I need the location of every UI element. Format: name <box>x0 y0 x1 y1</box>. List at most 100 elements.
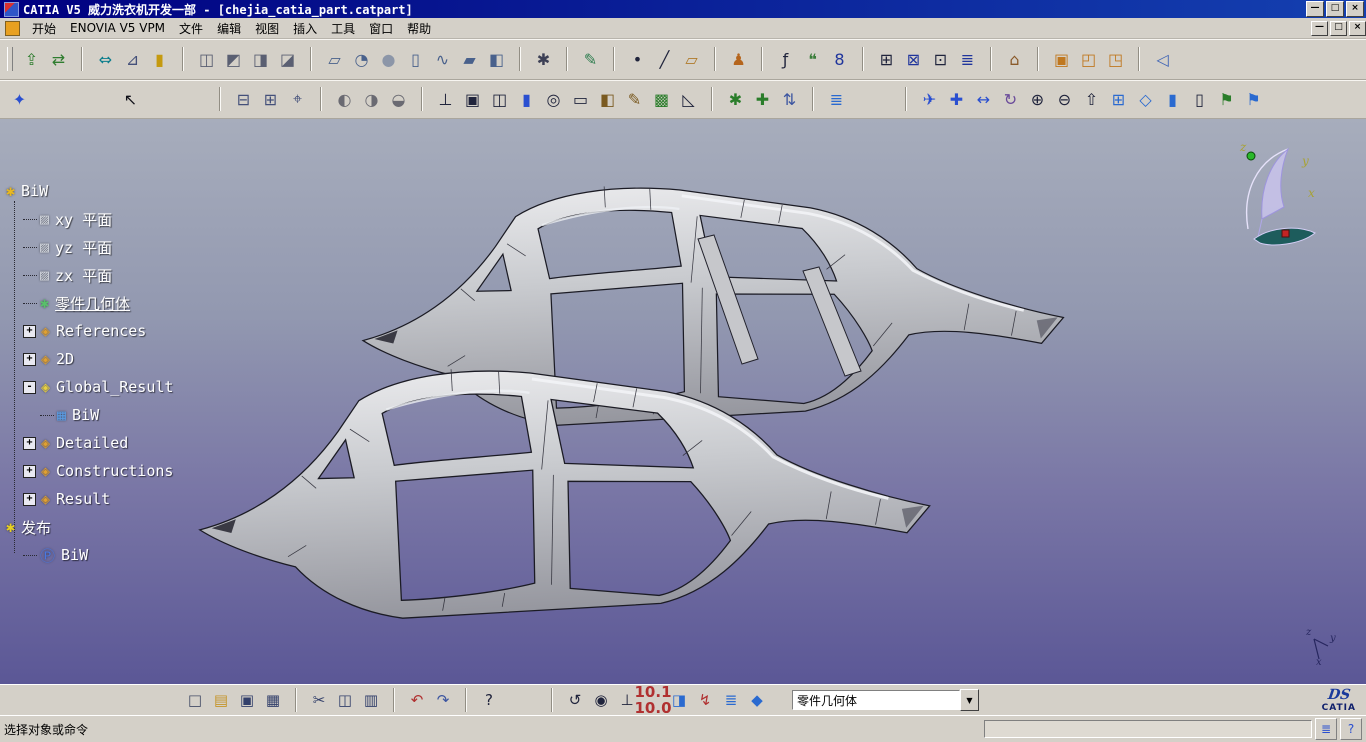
pencil-edit-icon[interactable]: ✎ <box>622 87 647 112</box>
menu-item-view[interactable]: 视图 <box>248 19 286 38</box>
current-workbench-icon[interactable]: ✦ <box>7 87 32 112</box>
enovia-open-icon[interactable]: ⇪ <box>19 47 44 72</box>
cut-icon[interactable]: ✂ <box>307 688 331 712</box>
document-close-button[interactable]: × <box>1349 21 1366 36</box>
model-canvas[interactable]: z y x z y x <box>0 119 1366 684</box>
menu-item-edit[interactable]: 编辑 <box>210 19 248 38</box>
enovia-save-icon[interactable]: ⇄ <box>46 47 71 72</box>
sphere-surface-icon[interactable]: ● <box>376 47 401 72</box>
tree-label-plane-yz[interactable]: yz 平面 <box>55 237 112 258</box>
combo-dropdown-icon[interactable]: ▼ <box>960 689 979 711</box>
update-icon[interactable]: ↺ <box>563 688 587 712</box>
tree-expand-global-result[interactable]: - <box>23 381 36 394</box>
tube-icon[interactable]: ◎ <box>541 87 566 112</box>
tree-item-plane-xy[interactable]: ▨xy 平面 <box>23 205 173 233</box>
tree-label-global-result[interactable]: Global_Result <box>56 378 173 396</box>
zoom-out-icon[interactable]: ⊖ <box>1052 87 1077 112</box>
fit-all-in-icon[interactable]: ✚ <box>944 87 969 112</box>
axis-system-icon[interactable]: ⊥ <box>433 87 458 112</box>
coupling-icon[interactable]: ⊠ <box>901 47 926 72</box>
exchange-icon[interactable]: ⇅ <box>777 87 802 112</box>
tree-label-result[interactable]: Result <box>56 490 110 508</box>
tree-label-detailed[interactable]: Detailed <box>56 434 128 452</box>
measure-inertia-icon[interactable]: ▮ <box>147 47 172 72</box>
isometric-view-icon[interactable]: ◇ <box>1133 87 1158 112</box>
new-window-icon[interactable]: ▣ <box>460 87 485 112</box>
tree-expand-2d[interactable]: + <box>23 353 36 366</box>
comment-icon[interactable]: ❝ <box>800 47 825 72</box>
tree-item-result[interactable]: +◈Result <box>23 485 173 513</box>
tree-item-publications[interactable]: ✱发布 <box>6 513 173 541</box>
paste-icon[interactable]: ▥ <box>359 688 383 712</box>
tree-expand-detailed[interactable]: + <box>23 437 36 450</box>
product-structure-icon[interactable]: ▣ <box>1049 47 1074 72</box>
catalog-browser-icon[interactable]: ⌂ <box>1002 47 1027 72</box>
measure-between-icon[interactable]: ⇔ <box>93 47 118 72</box>
power-input-field[interactable] <box>984 720 1312 738</box>
menu-item-start[interactable]: 开始 <box>25 19 63 38</box>
layers-icon[interactable]: ≣ <box>824 87 849 112</box>
tree-label-biw-join[interactable]: BiW <box>72 406 99 424</box>
tree-item-plane-zx[interactable]: ▨zx 平面 <box>23 261 173 289</box>
pan-icon[interactable]: ↔ <box>971 87 996 112</box>
status-help-icon[interactable]: ? <box>1340 718 1362 740</box>
tree-expand-constructions[interactable]: + <box>23 465 36 478</box>
compass-free-rotation-handle[interactable] <box>1247 152 1255 160</box>
menu-item-help[interactable]: 帮助 <box>400 19 438 38</box>
combo-value[interactable]: 零件几何体 <box>792 690 960 710</box>
tree-label-biw-publication[interactable]: BiW <box>61 546 88 564</box>
tree-item-2d[interactable]: +◈2D <box>23 345 173 373</box>
offset-surface-icon[interactable]: ◧ <box>484 47 509 72</box>
ruled-surface-icon[interactable]: ◺ <box>676 87 701 112</box>
tree-label-publications[interactable]: 发布 <box>21 517 51 538</box>
clipboard-icon[interactable]: ⊟ <box>231 87 256 112</box>
powercopy-icon[interactable]: ◨ <box>248 47 273 72</box>
select-arrow-icon[interactable]: ↖ <box>118 87 143 112</box>
half-sphere-icon[interactable]: ◑ <box>359 87 384 112</box>
fill-surface-icon[interactable]: ▰ <box>457 47 482 72</box>
whats-this-help-icon[interactable]: ? <box>477 688 501 712</box>
reorder-list-icon[interactable]: ≣ <box>955 47 980 72</box>
parameters-icon[interactable]: 8 <box>827 47 852 72</box>
assembly-design-icon[interactable]: ◰ <box>1076 47 1101 72</box>
multi-view-icon[interactable]: ⊞ <box>1106 87 1131 112</box>
compass[interactable]: z y x <box>1239 140 1315 245</box>
in-work-object-combo[interactable]: 零件几何体 ▼ <box>792 689 979 711</box>
tree-item-plane-yz[interactable]: ▨yz 平面 <box>23 233 173 261</box>
tree-label-constructions[interactable]: Constructions <box>56 462 173 480</box>
tree-expand-references[interactable]: + <box>23 325 36 338</box>
restore-button[interactable]: □ <box>1326 1 1344 17</box>
tree-label-plane-zx[interactable]: zx 平面 <box>55 265 112 286</box>
user-feature-icon[interactable]: ◪ <box>275 47 300 72</box>
new-document-icon[interactable]: □ <box>183 688 207 712</box>
redo-icon[interactable]: ↷ <box>431 688 455 712</box>
measure-item-icon[interactable]: ⊿ <box>120 47 145 72</box>
constraints-icon[interactable]: ↯ <box>693 688 717 712</box>
apply-material-icon[interactable]: ⚑ <box>1214 87 1239 112</box>
manikin-icon[interactable]: ♟ <box>726 47 751 72</box>
announcement-icon[interactable]: ◁ <box>1150 47 1175 72</box>
document-window-icon[interactable]: ▭ <box>568 87 593 112</box>
structure-list-icon[interactable]: ≣ <box>719 688 743 712</box>
manipulation-icon[interactable]: ◉ <box>589 688 613 712</box>
menu-item-enovia[interactable]: ENOVIA V5 VPM <box>63 20 172 36</box>
insert-body-icon[interactable]: ◆ <box>745 688 769 712</box>
revolve-surface-icon[interactable]: ◔ <box>349 47 374 72</box>
menu-item-file[interactable]: 文件 <box>172 19 210 38</box>
surface-patch-icon[interactable]: ◧ <box>595 87 620 112</box>
document-restore-button[interactable]: □ <box>1330 21 1347 36</box>
design-table-icon[interactable]: ⊞ <box>874 47 899 72</box>
menu-item-insert[interactable]: 插入 <box>286 19 324 38</box>
tree-item-biw-join[interactable]: ▦BiW <box>40 401 173 429</box>
tree-label-part-body[interactable]: 零件几何体 <box>55 293 130 314</box>
tree-label-2d[interactable]: 2D <box>56 350 74 368</box>
sketch-analysis-icon[interactable]: ✎ <box>578 47 603 72</box>
zoom-in-icon[interactable]: ⊕ <box>1025 87 1050 112</box>
sweep-surface-icon[interactable]: ∿ <box>430 47 455 72</box>
grid-icon[interactable]: ⊞ <box>258 87 283 112</box>
tree-item-global-result[interactable]: -◈Global_Result <box>23 373 173 401</box>
status-list-icon[interactable]: ≣ <box>1315 718 1337 740</box>
wire-sphere-icon[interactable]: ◒ <box>386 87 411 112</box>
mean-dimensions-icon[interactable]: 10.1 10.0 <box>641 688 665 712</box>
instantiate-from-selection-icon[interactable]: ◩ <box>221 47 246 72</box>
